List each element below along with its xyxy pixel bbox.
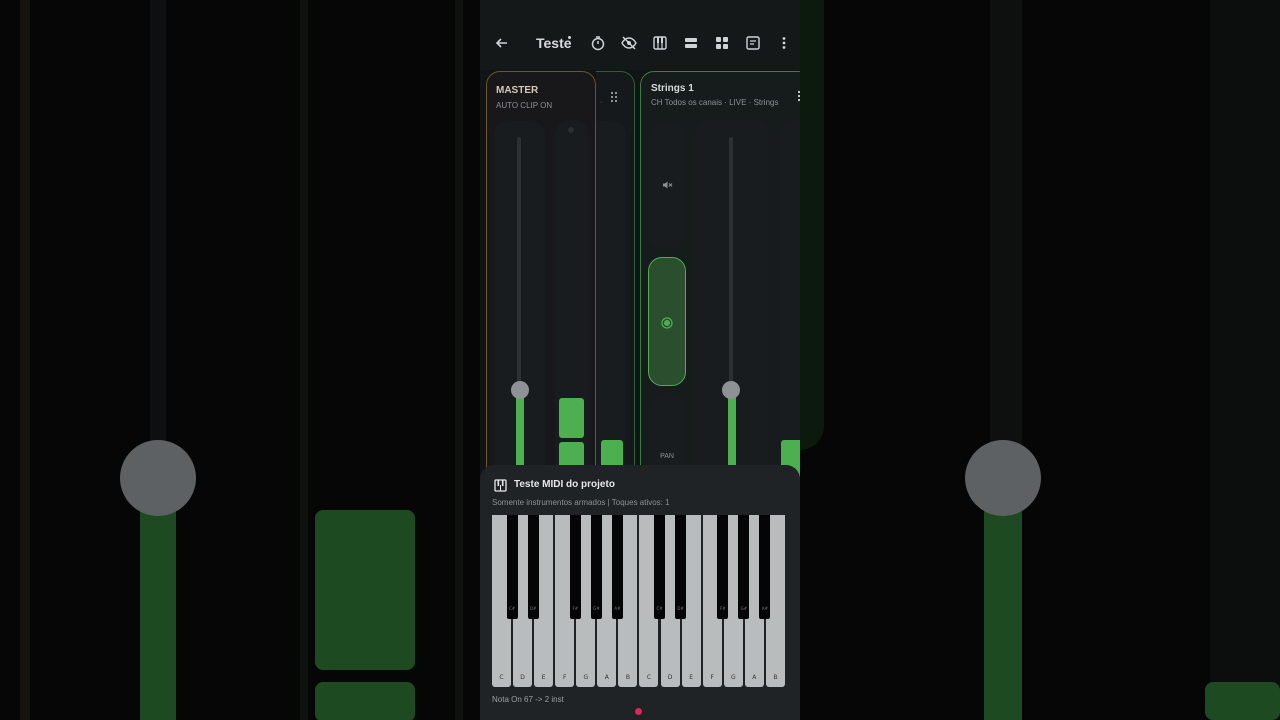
timer-icon[interactable]: [589, 34, 607, 52]
piano-key-label: D#: [529, 606, 537, 611]
piano-key-label: C: [646, 674, 652, 681]
midi-status: Nota On 67 -> 2 inst: [492, 695, 564, 704]
mute-button[interactable]: [649, 122, 685, 249]
record-arm-icon: [661, 316, 673, 329]
piano-black-key[interactable]: F#: [717, 515, 729, 619]
piano-key-label: E: [541, 674, 546, 681]
channel-name: Strings 1: [651, 83, 694, 94]
piano-icon: [494, 479, 507, 492]
fader-level: [728, 394, 736, 474]
piano-key-label: C#: [508, 606, 516, 611]
level-meter-segment: [559, 398, 584, 438]
blur-meter-block: [315, 682, 415, 720]
meter-led: [568, 127, 574, 133]
phone-screen: Teste MASTER AUTO CLIP ON · Strings 1 CH…: [480, 0, 800, 720]
piano-black-key[interactable]: D#: [527, 515, 539, 619]
channel-subtitle-fragment: ·: [600, 99, 603, 106]
midi-test-sheet: Teste MIDI do projeto Somente instrument…: [480, 465, 800, 720]
fader-knob[interactable]: [511, 381, 529, 399]
blur-knob: [120, 440, 196, 516]
title-indicator-dot: [568, 36, 571, 39]
blur-stripe: [300, 0, 308, 720]
more-vert-icon[interactable]: [797, 89, 800, 102]
arrow-left-icon[interactable]: [493, 34, 511, 52]
active-note-indicator: [635, 708, 642, 715]
top-app-bar: Teste: [480, 0, 800, 70]
channel-subtitle: CH Todos os canais · LIVE · Strings: [651, 98, 779, 107]
piano-key-label: E: [689, 674, 694, 681]
blur-stripe: [20, 0, 30, 720]
piano-key-label: G#: [740, 606, 748, 611]
blur-knob: [965, 440, 1041, 516]
piano-key-label: D#: [677, 606, 684, 611]
channel-card-strings-1[interactable]: Strings 1 CH Todos os canais · LIVE · St…: [640, 71, 800, 501]
piano-key-label: A: [752, 674, 757, 681]
piano-key-label: D: [667, 674, 673, 681]
piano-black-key[interactable]: C#: [654, 515, 666, 619]
eye-off-icon[interactable]: [620, 34, 638, 52]
volume-off-icon: [661, 178, 673, 190]
blur-stripe: [455, 0, 463, 720]
sheet-title: Teste MIDI do projeto: [514, 479, 615, 490]
channel-card-master[interactable]: MASTER AUTO CLIP ON: [486, 71, 596, 501]
sheet-subtitle: Somente instrumentos armados | Toques at…: [492, 498, 670, 507]
blur-meter: [140, 510, 176, 720]
note-icon[interactable]: [744, 34, 762, 52]
drag-handle-icon[interactable]: [610, 90, 618, 103]
grid-icon[interactable]: [713, 34, 731, 52]
blur-slot: [1210, 0, 1280, 720]
piano-black-key[interactable]: G#: [738, 515, 750, 619]
piano-keyboard[interactable]: C D E F G A B C D E F G A B C# D# F# G# A# C# D# F# G# A#: [492, 515, 787, 687]
more-vert-icon[interactable]: [775, 34, 793, 52]
pan-label: PAN: [660, 453, 674, 460]
blurred-backdrop-right: [800, 0, 1280, 720]
rows-icon[interactable]: [682, 34, 700, 52]
piano-key-label: F: [710, 674, 714, 681]
blurred-backdrop-left: [0, 0, 480, 720]
piano-key-label: F#: [572, 606, 579, 611]
piano-key-label: G: [583, 674, 589, 681]
arm-button[interactable]: [648, 257, 686, 386]
piano-key-label: F: [562, 674, 567, 681]
piano-key-label: C#: [656, 606, 663, 611]
fader-level: [516, 394, 524, 474]
channel-name: MASTER: [496, 85, 539, 96]
piano-black-key[interactable]: F#: [569, 515, 581, 619]
piano-key-label: D: [520, 674, 525, 681]
piano-key-label: C: [499, 674, 504, 681]
blur-meter: [984, 510, 1022, 720]
piano-key-label: G#: [593, 606, 600, 611]
fader-knob[interactable]: [722, 381, 740, 399]
piano-key-label: B: [625, 674, 630, 681]
blur-card-edge: [800, 0, 824, 450]
piano-black-key[interactable]: A#: [759, 515, 771, 619]
piano-key-label: A#: [761, 606, 768, 611]
piano-key-label: A#: [614, 606, 621, 611]
page-title[interactable]: Teste: [536, 34, 572, 52]
blur-meter-block: [1205, 682, 1280, 720]
piano-black-key[interactable]: D#: [675, 515, 687, 619]
channel-subtitle: AUTO CLIP ON: [496, 101, 553, 110]
piano-black-key[interactable]: G#: [590, 515, 602, 619]
piano-black-key[interactable]: C#: [506, 515, 518, 619]
piano-key-label: B: [773, 674, 778, 681]
blur-meter-block: [315, 510, 415, 670]
piano-black-key[interactable]: A#: [611, 515, 623, 619]
piano-key-label: F#: [719, 606, 726, 611]
piano-key-label: G: [730, 674, 736, 681]
channel-card-collapsed[interactable]: ·: [596, 71, 635, 501]
piano-icon[interactable]: [651, 34, 669, 52]
piano-key-label: A: [604, 674, 609, 681]
